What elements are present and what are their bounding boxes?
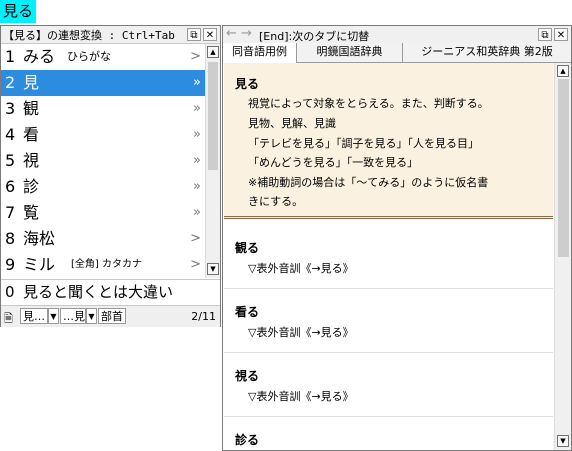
scroll-thumb[interactable] <box>558 79 569 257</box>
candidate-title: 【見る】の連想変換 : Ctrl+Tab <box>3 29 175 42</box>
double-chevron-right-icon: » <box>193 127 201 142</box>
close-icon[interactable]: ✕ <box>554 28 568 41</box>
double-chevron-right-icon: » <box>193 75 201 90</box>
dictionary-title-bar: ← → [End]:次のタブに切替 ⧉ ✕ <box>223 26 571 44</box>
dictionary-window: ← → [End]:次のタブに切替 ⧉ ✕ 同音語用例 明鏡国語辞典 ジーニアス… <box>222 25 572 451</box>
radical-button[interactable]: 部首 <box>98 308 126 324</box>
main-entry: 見る 視覚によって対象をとらえる。また、判断する。 見物、見解、見識 「テレビを… <box>224 63 553 219</box>
chevron-down-icon[interactable]: ▼ <box>48 308 59 324</box>
double-chevron-right-icon: » <box>193 153 201 168</box>
ime-input-text: 見る <box>0 0 37 23</box>
candidate-item[interactable]: 9 ミル [全角] カタカナ > <box>1 252 205 278</box>
scroll-thumb[interactable] <box>208 62 218 170</box>
double-chevron-right-icon: » <box>193 101 201 116</box>
candidate-window: 【見る】の連想変換 : Ctrl+Tab ⧉ ✕ 1 みる ひらがな > 2 見… <box>0 25 221 327</box>
scroll-down-icon[interactable]: ▼ <box>557 435 569 447</box>
dictionary-title: [End]:次のタブに切替 <box>259 30 370 43</box>
candidate-title-bar: 【見る】の連想変換 : Ctrl+Tab ⧉ ✕ <box>1 26 220 44</box>
entry-line: 「テレビを見る」「調子を見る」「人を見る目」 <box>248 137 479 150</box>
arrow-right-icon[interactable]: → <box>241 26 252 41</box>
candidate-footer: 🗎 見… ▼ …見 ▼ 部首 2/11 <box>1 305 220 327</box>
entry-line: きにする。 <box>248 195 304 208</box>
double-chevron-right-icon: » <box>193 205 201 220</box>
suffix-search-select[interactable]: …見 <box>60 308 86 324</box>
double-chevron-right-icon: » <box>193 179 201 194</box>
close-icon[interactable]: ✕ <box>203 28 217 41</box>
candidate-item[interactable]: 3 観 » <box>1 96 205 122</box>
candidate-scrollbar[interactable]: ▲ ▼ <box>205 44 220 278</box>
entry-item: 観る ▽表外音訓《→見る》 <box>224 225 553 289</box>
entry-line: ※補助動詞の場合は「～てみる」のように仮名書 <box>248 176 489 189</box>
entry-line: 「めんどうを見る」「一致を見る」 <box>248 156 419 169</box>
document-icon[interactable]: 🗎 <box>4 310 13 329</box>
entry-item: 視る ▽表外音訓《→見る》 <box>224 353 553 417</box>
page-indicator: 2/11 <box>191 310 216 323</box>
tab-homophone-examples[interactable]: 同音語用例 <box>223 43 297 63</box>
chevron-right-icon: > <box>190 231 201 246</box>
scroll-up-icon[interactable]: ▲ <box>207 46 219 58</box>
entry-item: 看る ▽表外音訓《→見る》 <box>224 289 553 353</box>
arrow-left-icon[interactable]: ← <box>226 26 237 41</box>
candidate-item-extra[interactable]: 0 見ると聞くとは大違い <box>1 279 220 305</box>
candidate-item[interactable]: 5 視 » <box>1 148 205 174</box>
entry-item: 診る <box>235 433 260 447</box>
entry-line: 見物、見解、見識 <box>248 117 336 130</box>
candidate-item[interactable]: 4 看 » <box>1 122 205 148</box>
candidate-item-selected[interactable]: 2 見 » <box>1 70 205 96</box>
candidate-item[interactable]: 8 海松 > <box>1 226 205 252</box>
candidate-item[interactable]: 1 みる ひらがな > <box>1 44 205 70</box>
candidate-item[interactable]: 6 診 » <box>1 174 205 200</box>
entry-line: 視覚によって対象をとらえる。また、判断する。 <box>248 97 489 110</box>
scroll-down-icon[interactable]: ▼ <box>207 263 219 275</box>
prefix-search-select[interactable]: 見… <box>20 308 48 324</box>
chevron-right-icon: > <box>190 49 201 64</box>
restore-icon[interactable]: ⧉ <box>187 28 201 41</box>
tab-genius-dictionary[interactable]: ジーニアス和英辞典 第2版 <box>403 43 571 62</box>
dictionary-tabs: 同音語用例 明鏡国語辞典 ジーニアス和英辞典 第2版 <box>223 43 571 63</box>
scroll-up-icon[interactable]: ▲ <box>557 65 569 77</box>
tab-meikyo-dictionary[interactable]: 明鏡国語辞典 <box>297 43 403 62</box>
chevron-right-icon: > <box>190 257 201 272</box>
candidate-item[interactable]: 7 覧 » <box>1 200 205 226</box>
dictionary-scrollbar[interactable]: ▲ ▼ <box>554 63 571 450</box>
restore-icon[interactable]: ⧉ <box>538 28 552 41</box>
chevron-down-icon[interactable]: ▼ <box>86 308 97 324</box>
candidate-list: 1 みる ひらがな > 2 見 » 3 観 » 4 看 » 5 視 » 6 診 … <box>1 44 205 278</box>
entry-headword: 見る <box>235 77 260 91</box>
